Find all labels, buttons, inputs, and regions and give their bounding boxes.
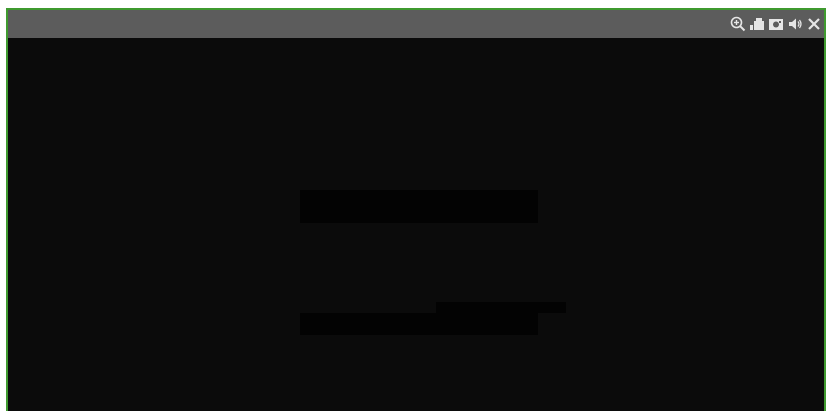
- redaction-block: [436, 302, 566, 313]
- zoom-in-icon[interactable]: [730, 16, 746, 32]
- audio-icon[interactable]: [787, 16, 803, 32]
- redaction-block: [300, 313, 538, 335]
- close-icon[interactable]: [806, 16, 822, 32]
- video-display-area[interactable]: [8, 38, 824, 411]
- snapshot-icon[interactable]: [768, 16, 784, 32]
- record-icon[interactable]: [749, 16, 765, 32]
- viewer-toolbar: [730, 15, 822, 33]
- video-viewer-window: [6, 8, 826, 411]
- redaction-block: [300, 190, 538, 223]
- viewer-title-bar: [8, 10, 824, 38]
